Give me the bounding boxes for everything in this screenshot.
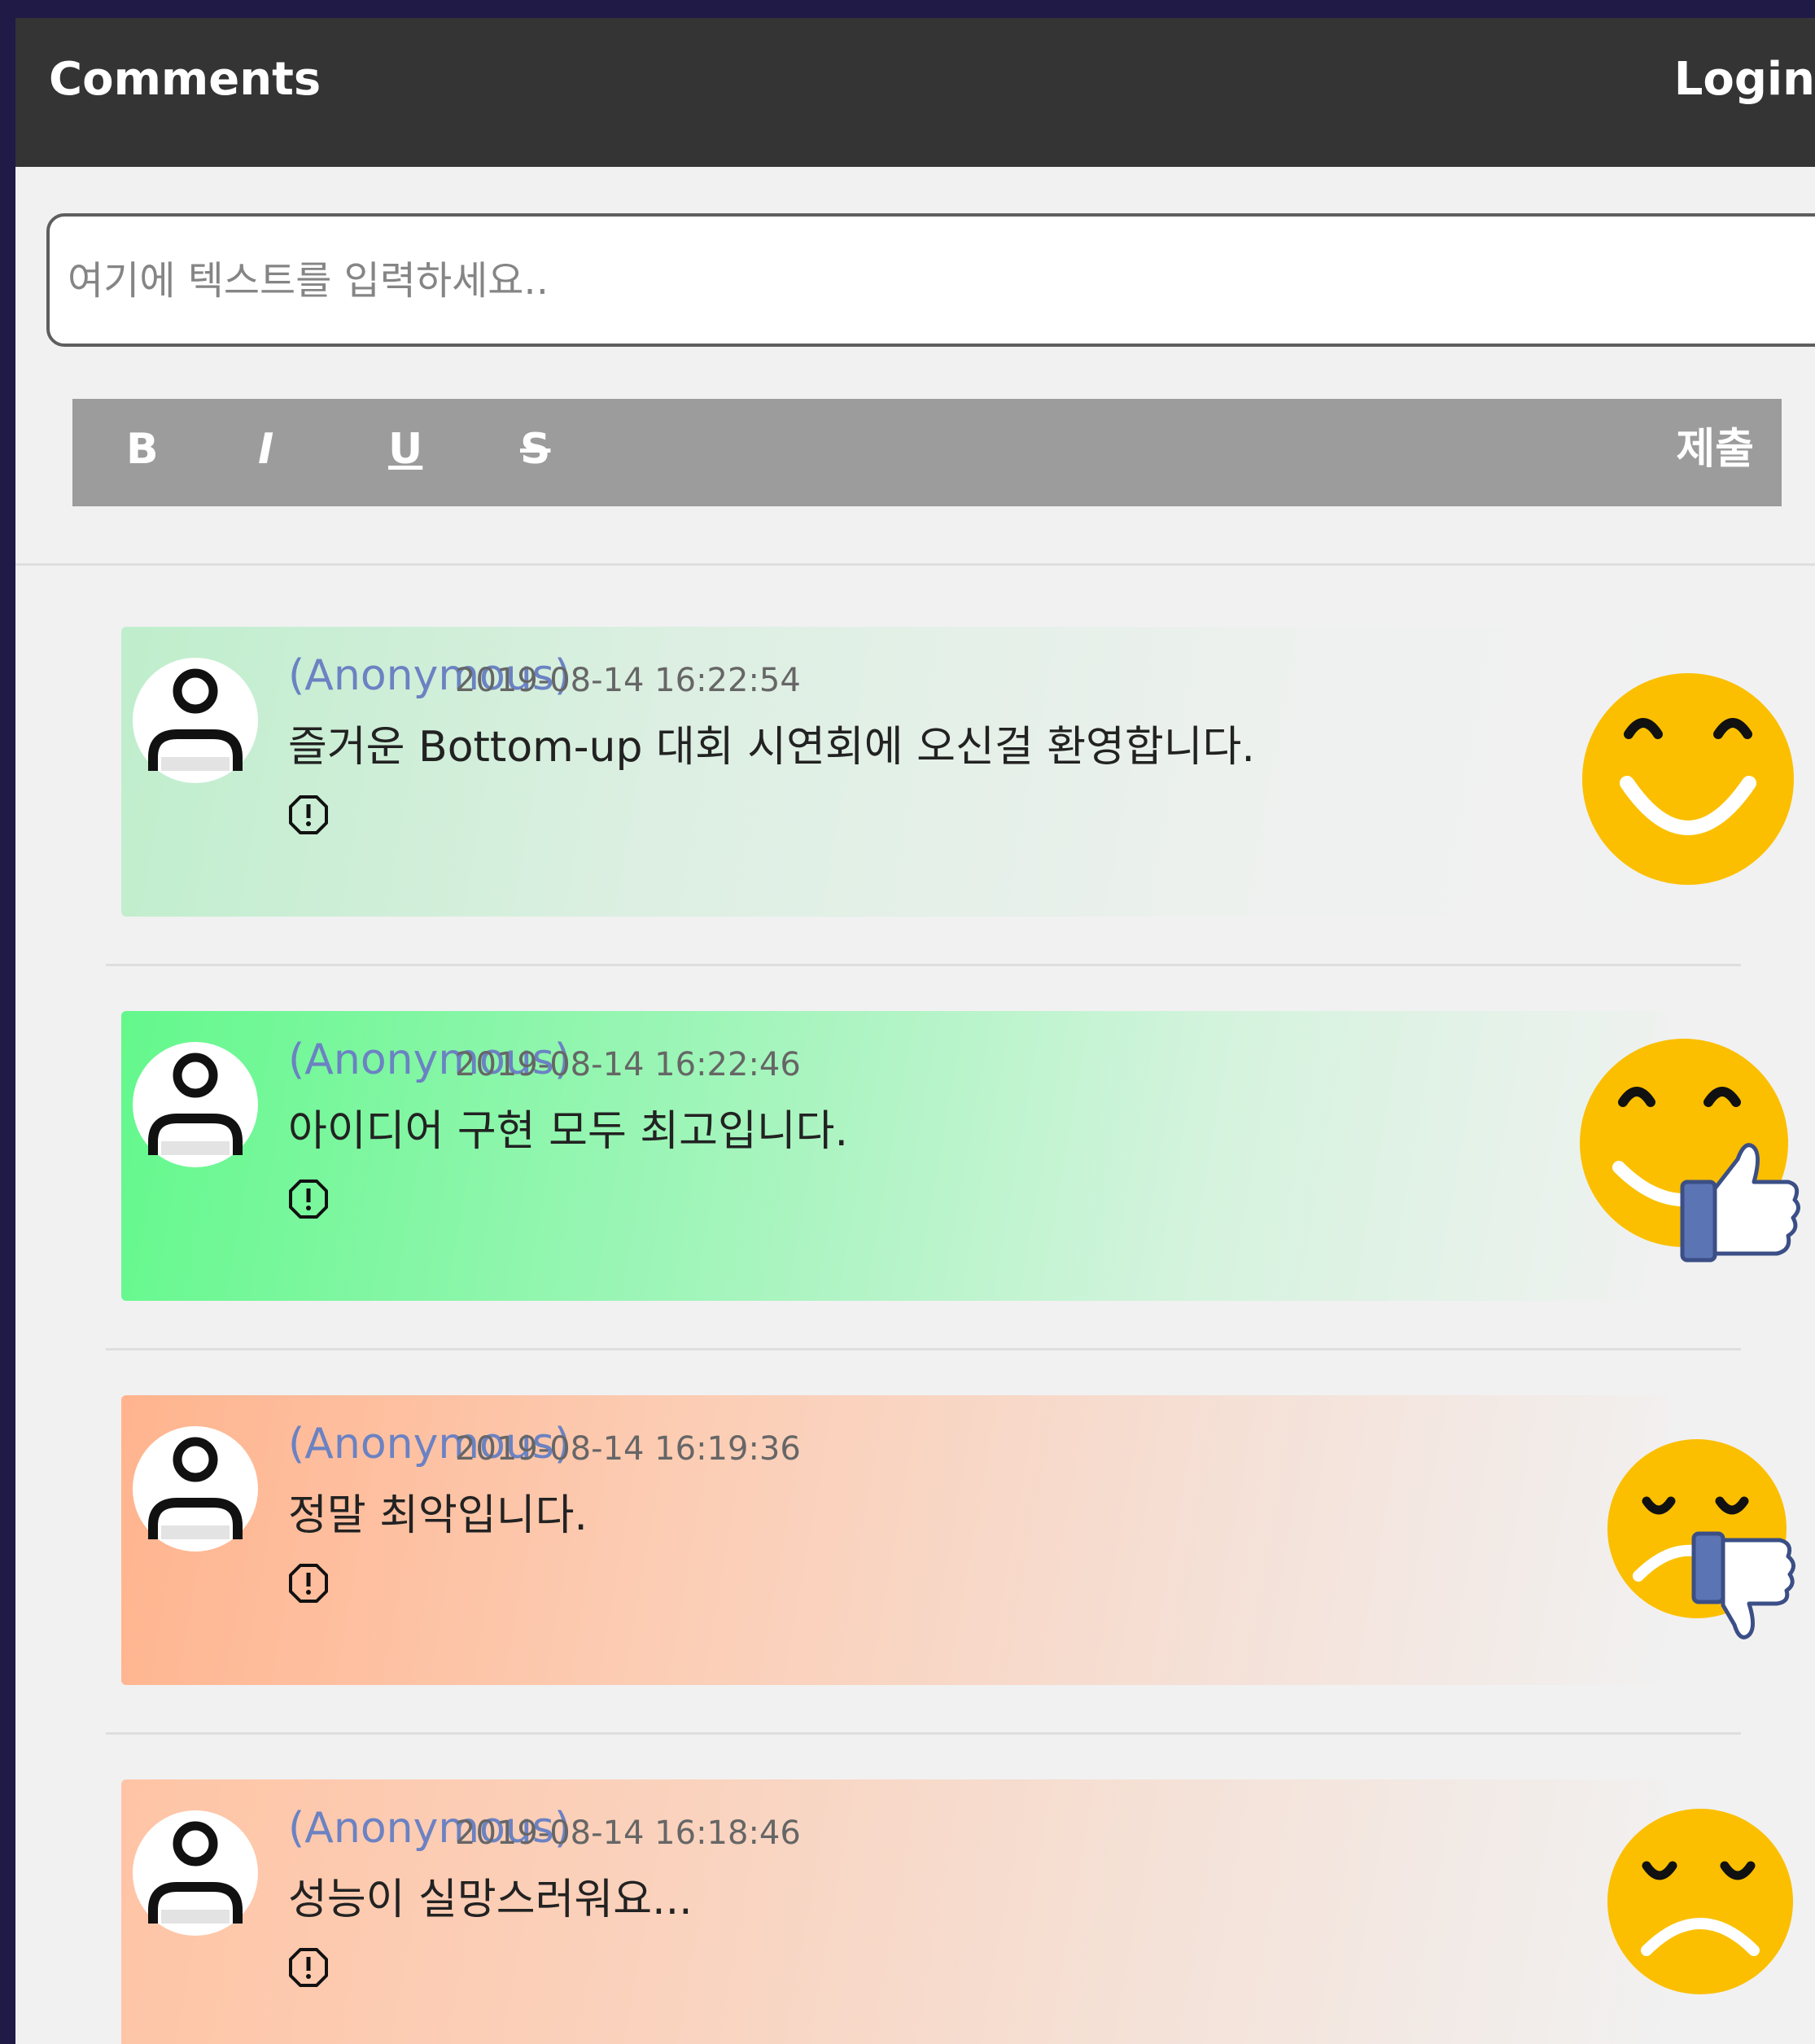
- page-title: Comments: [49, 53, 321, 106]
- comment-text: 성능이 실망스러워요...: [288, 1875, 693, 1924]
- underline-button[interactable]: U: [388, 428, 422, 471]
- thumbs-down-face-icon: [1607, 1439, 1795, 1639]
- login-button[interactable]: Login: [1674, 57, 1815, 103]
- comment-text: 아이디어 구현 모두 최고입니다.: [288, 1107, 849, 1156]
- comment-timestamp: 2019-08-14 16:19:36: [455, 1430, 801, 1468]
- submit-button[interactable]: 제출: [1676, 428, 1754, 471]
- report-icon[interactable]: [287, 1946, 330, 1989]
- top-bar: Comments Login: [15, 18, 1815, 167]
- italic-button[interactable]: I: [258, 428, 273, 471]
- comment-card: (Anonymous) 2019-08-14 16:19:36 정말 최악입니다…: [121, 1395, 1668, 1685]
- divider: [106, 1732, 1741, 1735]
- strikethrough-button[interactable]: S: [520, 428, 550, 471]
- comment-text: 정말 최악입니다.: [288, 1491, 588, 1540]
- comment-card: (Anonymous) 2019-08-14 16:18:46 성능이 실망스러…: [121, 1779, 1668, 2044]
- bold-button[interactable]: B: [126, 428, 159, 471]
- comment-timestamp: 2019-08-14 16:22:46: [455, 1046, 801, 1083]
- avatar-icon: [133, 1810, 258, 1936]
- comment-timestamp: 2019-08-14 16:18:46: [455, 1814, 801, 1852]
- avatar-icon: [133, 1042, 258, 1167]
- report-icon[interactable]: [287, 794, 330, 836]
- comment-card: (Anonymous) 2019-08-14 16:22:54 즐거운 Bott…: [121, 627, 1668, 917]
- divider: [106, 1348, 1741, 1350]
- thumbs-up-face-icon: [1580, 1039, 1800, 1263]
- report-icon[interactable]: [287, 1562, 330, 1604]
- divider: [15, 563, 1815, 566]
- formatting-toolbar: B I U S 제출: [72, 399, 1782, 506]
- comment-input-box[interactable]: [46, 213, 1815, 347]
- comment-text: 즐거운 Bottom-up 대회 시연회에 오신걸 환영합니다.: [288, 723, 1255, 772]
- avatar-icon: [133, 658, 258, 783]
- report-icon[interactable]: [287, 1178, 330, 1220]
- divider: [106, 964, 1741, 966]
- sad-face-icon: [1607, 1809, 1793, 1994]
- comments-app: Comments Login B I U S 제출 (Anonymous) 20…: [15, 18, 1815, 2044]
- happy-face-icon: [1582, 673, 1794, 885]
- comment-input[interactable]: [66, 217, 1778, 345]
- avatar-icon: [133, 1426, 258, 1552]
- comment-timestamp: 2019-08-14 16:22:54: [455, 662, 801, 699]
- comment-card: (Anonymous) 2019-08-14 16:22:46 아이디어 구현 …: [121, 1011, 1668, 1301]
